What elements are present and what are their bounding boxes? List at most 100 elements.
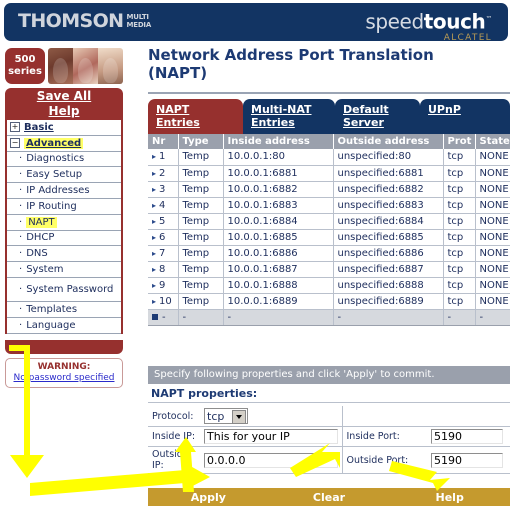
bullet-icon: ·: [19, 153, 23, 165]
sidebar-item-label[interactable]: Advanced: [24, 137, 84, 149]
cell-type: Temp: [178, 213, 224, 230]
cell-prot: -: [443, 309, 476, 326]
tab-label: Multi-NAT: [251, 103, 312, 116]
row-select-arrow-icon[interactable]: ▸: [152, 217, 156, 226]
collapse-icon[interactable]: −: [10, 138, 20, 149]
cell-inside: 10.0.0.1:6889: [223, 293, 334, 310]
table-row[interactable]: ▸ 1 Temp 10.0.0.1:80 unspecified:80 tcp NONE: [148, 149, 510, 166]
table-row[interactable]: ▸ 10 Temp 10.0.0.1:6889 unspecified:6889 tcp N…: [148, 293, 510, 310]
cell-value: 8: [159, 263, 166, 275]
help-link[interactable]: Help: [5, 104, 123, 119]
row-select-arrow-icon[interactable]: ▸: [152, 233, 156, 242]
bullet-icon: ·: [19, 216, 23, 228]
cell-outside: unspecified:6887: [333, 261, 444, 278]
sidebar-item-basic[interactable]: + Basic: [7, 120, 121, 136]
sidebar-menu: + Basic − Advanced · Diagnostics · Easy Setup · I…: [5, 120, 123, 334]
cell-type: -: [178, 309, 224, 326]
cell-state: NONE: [475, 213, 510, 230]
sidebar-item-dns[interactable]: · DNS: [7, 246, 121, 263]
protocol-select-cell: tcp: [200, 406, 342, 427]
sidebar-item-label[interactable]: System: [26, 264, 63, 275]
row-select-arrow-icon[interactable]: ▸: [152, 297, 156, 306]
save-all-button[interactable]: Save All: [5, 89, 123, 104]
tab-napt-entries[interactable]: NAPT Entries: [148, 99, 243, 134]
cell-outside: unspecified:6883: [333, 197, 444, 214]
sidebar-item-language[interactable]: · Language: [7, 318, 121, 334]
outside-port-input[interactable]: [431, 452, 503, 468]
sidebar-item-label[interactable]: DHCP: [26, 232, 54, 243]
tab-multi-nat-entries[interactable]: Multi-NAT Entries: [243, 99, 335, 134]
clear-button[interactable]: Clear: [269, 491, 390, 504]
table-row[interactable]: ▸ 8 Temp 10.0.0.1:6887 unspecified:6887 tcp NO…: [148, 261, 510, 278]
sidebar-item-label[interactable]: IP Routing: [26, 201, 77, 212]
sidebar-item-napt[interactable]: · NAPT: [7, 215, 121, 231]
cell-inside: 10.0.0.1:6883: [223, 197, 334, 214]
sidebar-footer-cap: [5, 340, 123, 354]
row-select-arrow-icon[interactable]: ▸: [152, 201, 156, 210]
warning-link-no-password[interactable]: No password specified: [6, 373, 122, 384]
inside-port-input[interactable]: [431, 429, 503, 444]
inside-ip-input[interactable]: [204, 429, 338, 444]
cell-type: Temp: [178, 197, 224, 214]
row-select-arrow-icon[interactable]: ▸: [152, 152, 156, 161]
protocol-select[interactable]: tcp: [204, 408, 248, 424]
cell-value: 3: [159, 183, 166, 195]
sidebar-item-label[interactable]: Templates: [26, 304, 77, 315]
outside-port-cell: [427, 446, 510, 474]
apply-button[interactable]: Apply: [148, 491, 269, 504]
table-row[interactable]: ▸ 2 Temp 10.0.0.1:6881 unspecified:6881 tcp NO…: [148, 165, 510, 182]
series-badge: 500 series: [5, 48, 45, 84]
cell-nr: ▸ 10: [148, 293, 179, 310]
thomson-multimedia-sub: MULTI MEDIA: [126, 12, 151, 29]
sidebar-item-dhcp[interactable]: · DHCP: [7, 231, 121, 247]
cell-prot: tcp: [443, 197, 476, 214]
sidebar-item-system-password[interactable]: · System Password: [7, 278, 121, 302]
row-select-arrow-icon[interactable]: ▸: [152, 185, 156, 194]
outside-ip-input[interactable]: [204, 452, 338, 468]
table-new-entry-row[interactable]: ------: [148, 309, 510, 326]
table-row[interactable]: ▸ 4 Temp 10.0.0.1:6883 unspecified:6883 tcp NO…: [148, 197, 510, 214]
sidebar-item-label[interactable]: Language: [26, 320, 75, 331]
photo-thumbnail: [73, 48, 98, 84]
table-row[interactable]: ▸ 7 Temp 10.0.0.1:6886 unspecified:6886 tcp NO…: [148, 245, 510, 262]
sidebar-item-label[interactable]: NAPT: [26, 216, 57, 228]
thomson-sub-line1: MULTI: [126, 13, 149, 21]
sidebar-item-label[interactable]: Easy Setup: [26, 169, 82, 180]
sidebar-item-ip-addresses[interactable]: · IP Addresses: [7, 183, 121, 199]
tab-label: NAPT: [156, 103, 190, 116]
table-row[interactable]: ▸ 3 Temp 10.0.0.1:6882 unspecified:6882 tcp NO…: [148, 181, 510, 198]
sidebar-item-system[interactable]: · System: [7, 262, 121, 278]
sidebar-item-label[interactable]: IP Addresses: [26, 185, 89, 196]
sidebar-item-label[interactable]: Diagnostics: [26, 153, 84, 164]
expand-icon[interactable]: +: [10, 122, 20, 133]
cell-state: NONE: [475, 293, 510, 310]
table-row[interactable]: ▸ 6 Temp 10.0.0.1:6885 unspecified:6885 tcp NO…: [148, 229, 510, 246]
thomson-logo: THOMSON MULTI MEDIA: [18, 12, 151, 31]
table-row[interactable]: ▸ 9 Temp 10.0.0.1:6888 unspecified:6888 tcp NO…: [148, 277, 510, 294]
row-select-arrow-icon[interactable]: ▸: [152, 281, 156, 290]
cell-state: -: [475, 309, 510, 326]
sidebar-item-easy-setup[interactable]: · Easy Setup: [7, 167, 121, 184]
sidebar-item-label[interactable]: Basic: [24, 122, 54, 133]
warning-title: WARNING:: [37, 362, 91, 372]
sidebar-item-diagnostics[interactable]: · Diagnostics: [7, 152, 121, 168]
tab-upnp[interactable]: UPnP: [420, 99, 510, 134]
cell-inside: -: [223, 309, 334, 326]
tab-default-server[interactable]: Default Server: [335, 99, 420, 134]
table-row[interactable]: ▸ 5 Temp 10.0.0.1:6884 unspecified:6884 tcp NO…: [148, 213, 510, 230]
row-select-arrow-icon[interactable]: ▸: [152, 169, 156, 178]
inside-port-label: Inside Port:: [342, 426, 427, 447]
sidebar-item-label[interactable]: DNS: [26, 248, 48, 259]
bullet-icon: ·: [19, 264, 23, 276]
sidebar-item-templates[interactable]: · Templates: [7, 302, 121, 318]
cell-outside: unspecified:6881: [333, 165, 444, 182]
row-select-arrow-icon[interactable]: ▸: [152, 249, 156, 258]
sidebar-item-label[interactable]: System Password: [26, 284, 113, 295]
help-button[interactable]: Help: [389, 491, 510, 504]
cell-type: Temp: [178, 245, 224, 262]
new-row-marker-icon[interactable]: [152, 313, 158, 320]
row-select-arrow-icon[interactable]: ▸: [152, 265, 156, 274]
sidebar-item-advanced[interactable]: − Advanced: [7, 136, 121, 152]
sidebar-header: Save All Help: [5, 88, 123, 120]
sidebar-item-ip-routing[interactable]: · IP Routing: [7, 199, 121, 215]
